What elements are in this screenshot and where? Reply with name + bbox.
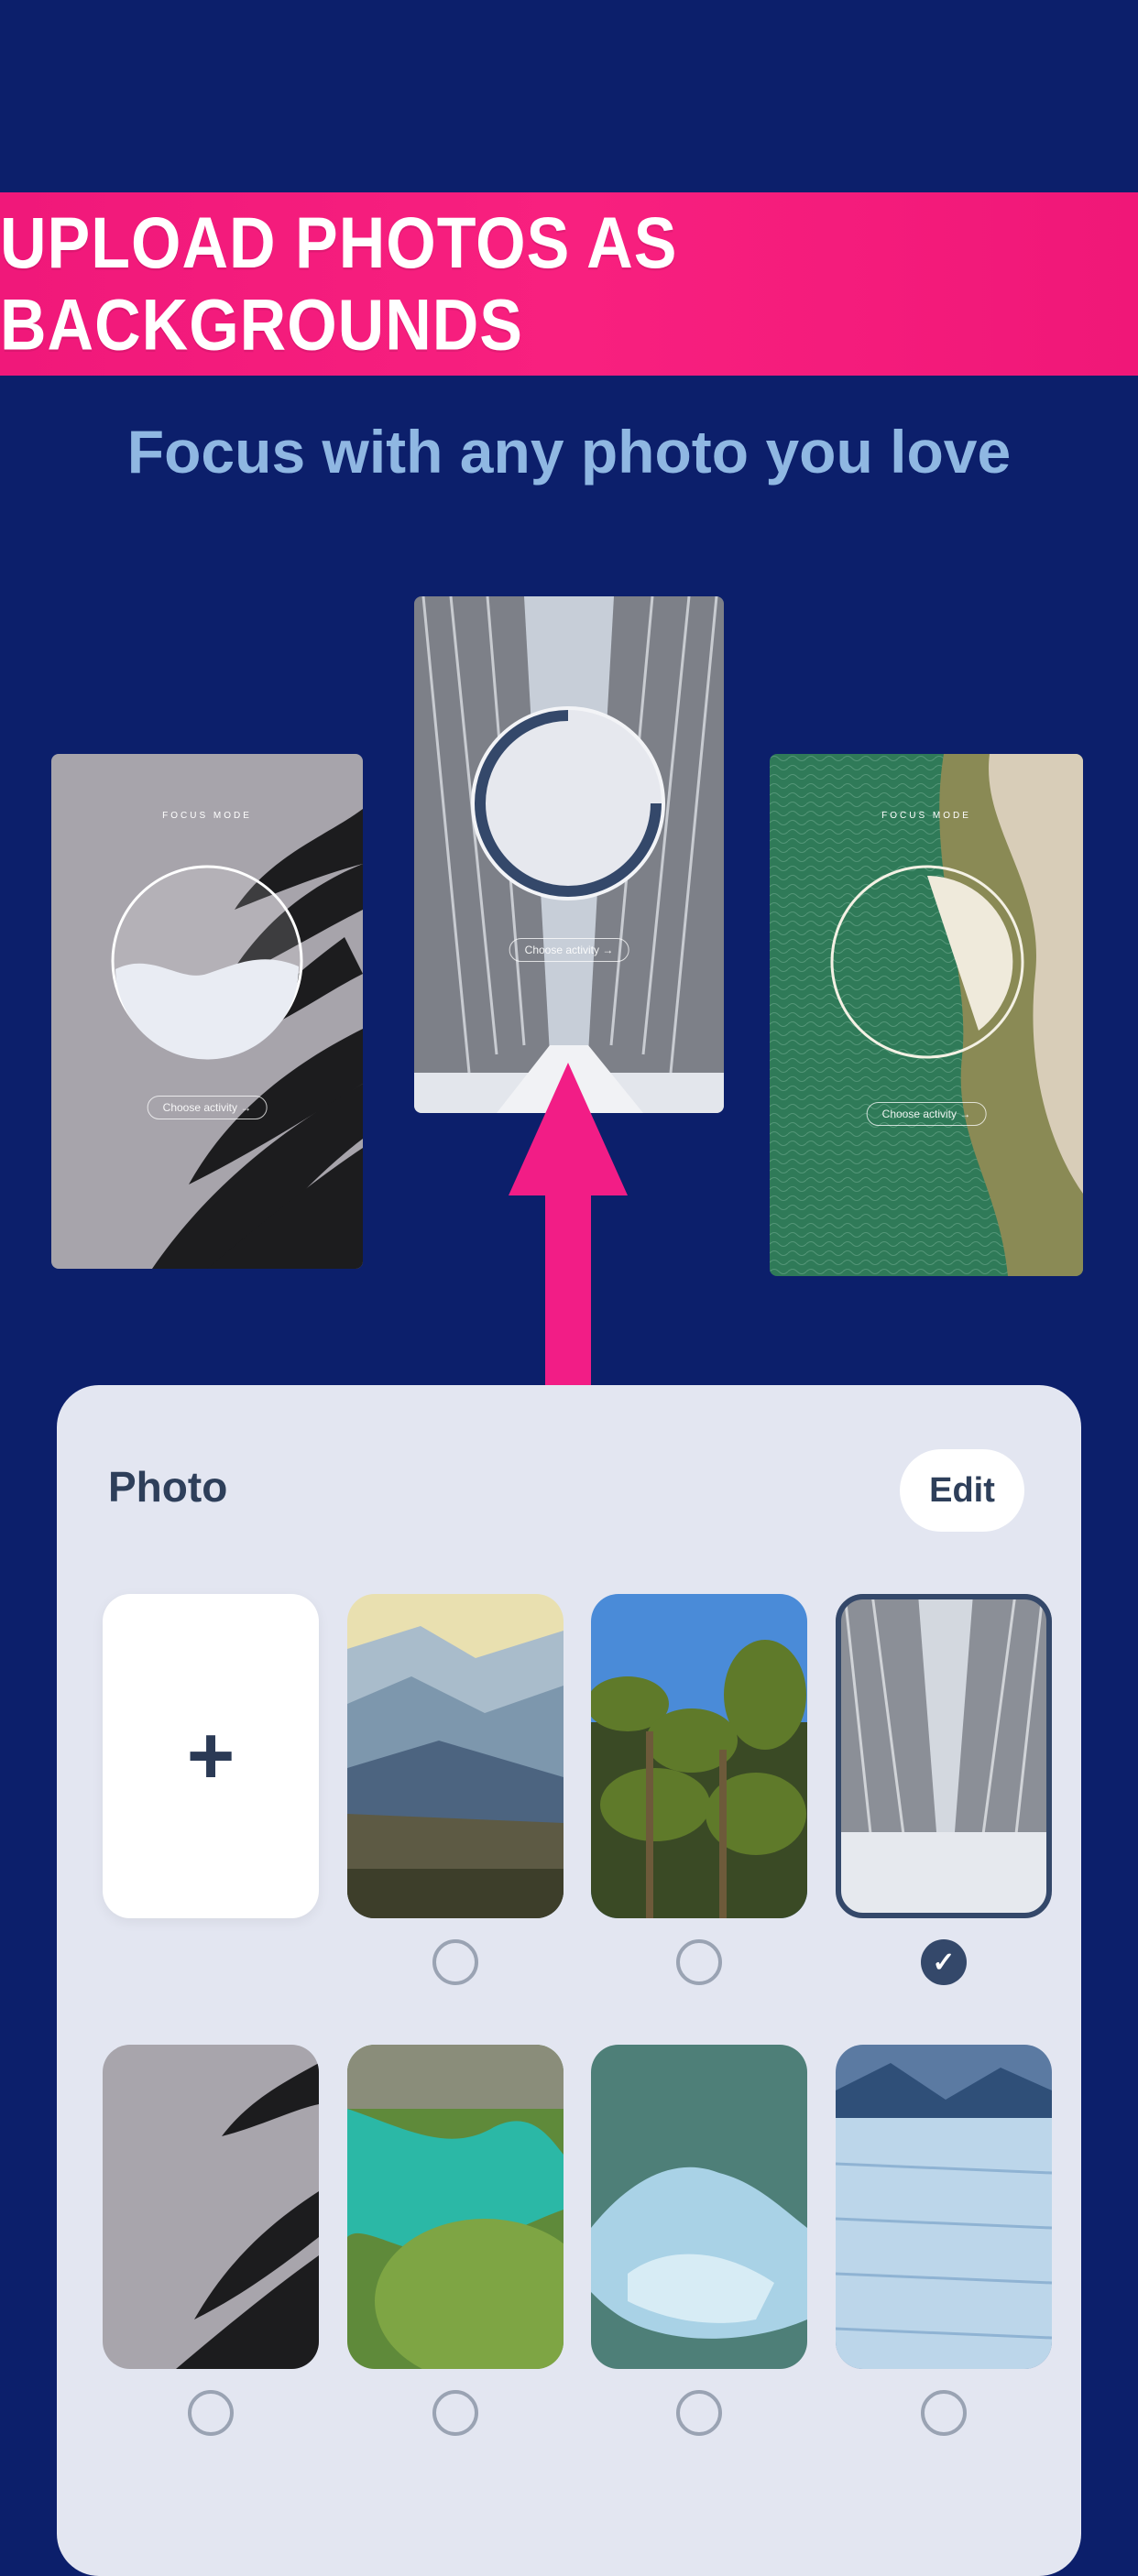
glacier-thumbnail (836, 2045, 1052, 2369)
mountains-thumbnail (347, 1594, 564, 1918)
preview-river: FOCUS MODE Choose activity → (770, 754, 1083, 1276)
selected-check-icon[interactable]: ✓ (921, 1939, 967, 1985)
select-radio[interactable] (432, 1939, 478, 1985)
iceberg-thumbnail (591, 2045, 807, 2369)
photo-tile-green-river[interactable] (347, 2045, 564, 2369)
add-photo-button[interactable]: + (103, 1594, 319, 1918)
photo-tile-palm-leaves[interactable] (103, 2045, 319, 2369)
photo-tile-iceberg[interactable] (591, 2045, 807, 2369)
green-river-thumbnail (347, 2045, 564, 2369)
photo-tile-mountains[interactable] (347, 1594, 564, 1918)
preview-snow: Choose activity → (414, 596, 724, 1113)
select-radio[interactable] (676, 1939, 722, 1985)
select-radio[interactable] (432, 2390, 478, 2436)
plus-icon: + (186, 1710, 235, 1802)
select-radio[interactable] (676, 2390, 722, 2436)
palm-background (51, 754, 363, 1269)
photo-tile-snowy-road[interactable] (836, 1594, 1052, 1918)
select-radio[interactable] (921, 2390, 967, 2436)
banner-title: UPLOAD PHOTOS AS BACKGROUNDS (0, 202, 678, 366)
photo-tile-glacier[interactable] (836, 2045, 1052, 2369)
choose-activity-pill: Choose activity → (866, 1102, 987, 1126)
preview-caption: FOCUS MODE (881, 811, 971, 821)
palm-forest-thumbnail (591, 1594, 807, 1918)
select-radio[interactable] (188, 2390, 234, 2436)
preview-palm: FOCUS MODE Choose activity → (51, 754, 363, 1269)
subtitle: Focus with any photo you love (126, 418, 1012, 486)
snowy-road-thumbnail (836, 1594, 1052, 1918)
edit-button[interactable]: Edit (900, 1449, 1024, 1532)
snow-background (414, 596, 724, 1113)
palm-leaves-thumbnail (103, 2045, 319, 2369)
choose-activity-pill: Choose activity → (147, 1096, 268, 1119)
sheet-title: Photo (108, 1463, 228, 1511)
photo-tile-palm-forest[interactable] (591, 1594, 807, 1918)
photo-sheet: Photo Edit + ✓ (57, 1385, 1081, 2576)
river-background (770, 754, 1083, 1276)
promo-banner: UPLOAD PHOTOS AS BACKGROUNDS (0, 192, 1138, 376)
preview-caption: FOCUS MODE (162, 811, 252, 821)
choose-activity-pill: Choose activity → (509, 938, 629, 962)
